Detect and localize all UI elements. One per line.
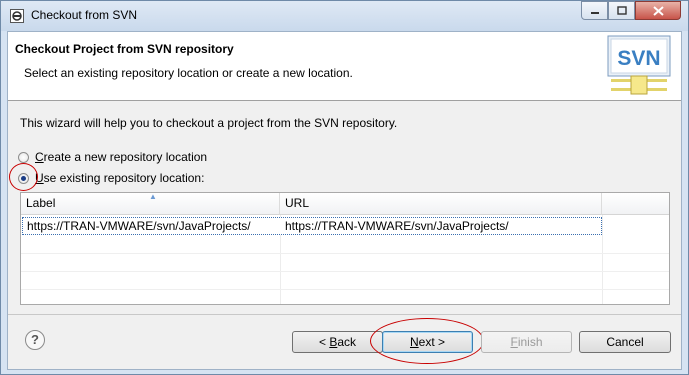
close-button[interactable] xyxy=(635,1,681,20)
page-title: Checkout Project from SVN repository xyxy=(15,42,234,56)
button-bar-separator xyxy=(8,314,681,315)
cancel-button[interactable]: Cancel xyxy=(579,331,671,353)
close-icon xyxy=(652,5,664,16)
radio-selected-dot xyxy=(21,175,26,181)
wizard-intro-text: This wizard will help you to checkout a … xyxy=(20,116,398,130)
column-header-filler xyxy=(602,193,669,215)
finish-button: Finish xyxy=(481,331,572,353)
page-description: Select an existing repository location o… xyxy=(24,66,353,80)
use-existing-location-option[interactable]: Use existing repository location: xyxy=(18,169,204,187)
next-button[interactable]: Next > xyxy=(382,331,473,353)
row-divider xyxy=(21,271,669,272)
wizard-banner: Checkout Project from SVN repository Sel… xyxy=(8,32,681,101)
minimize-button[interactable] xyxy=(581,1,608,20)
dialog-window: Checkout from SVN Checkout Project from … xyxy=(0,0,689,375)
back-button[interactable]: < Back xyxy=(292,331,383,353)
table-row[interactable]: https://TRAN-VMWARE/svn/JavaProjects/ ht… xyxy=(22,217,602,235)
eclipse-app-icon xyxy=(10,9,24,23)
create-new-location-option[interactable]: Create a new repository location xyxy=(18,148,207,166)
row-divider xyxy=(21,253,669,254)
create-new-location-label: Create a new repository location xyxy=(35,150,208,164)
column-header-label[interactable]: ▲ Label xyxy=(21,193,280,215)
wizard-body: Checkout Project from SVN repository Sel… xyxy=(7,31,682,370)
use-existing-location-radio[interactable] xyxy=(18,172,29,184)
window-title: Checkout from SVN xyxy=(31,8,138,22)
minimize-icon xyxy=(590,11,599,14)
row-divider xyxy=(21,289,669,290)
sort-ascending-icon: ▲ xyxy=(149,192,157,201)
svn-logo-icon: SVN xyxy=(607,35,671,95)
title-bar[interactable]: Checkout from SVN xyxy=(1,1,688,31)
cell-label: https://TRAN-VMWARE/svn/JavaProjects/ xyxy=(27,219,251,233)
use-existing-location-label: Use existing repository location: xyxy=(35,171,205,185)
column-header-url[interactable]: URL xyxy=(280,193,602,215)
create-new-location-radio[interactable] xyxy=(18,151,29,163)
column-divider xyxy=(602,215,603,304)
cell-url: https://TRAN-VMWARE/svn/JavaProjects/ xyxy=(285,219,509,233)
maximize-icon xyxy=(616,6,627,15)
help-button[interactable]: ? xyxy=(25,330,45,350)
maximize-button[interactable] xyxy=(608,1,635,20)
repository-table[interactable]: ▲ Label URL https://TRAN-VMWARE/svn/Java… xyxy=(20,192,670,305)
svn-logo-text: SVN xyxy=(617,47,660,70)
